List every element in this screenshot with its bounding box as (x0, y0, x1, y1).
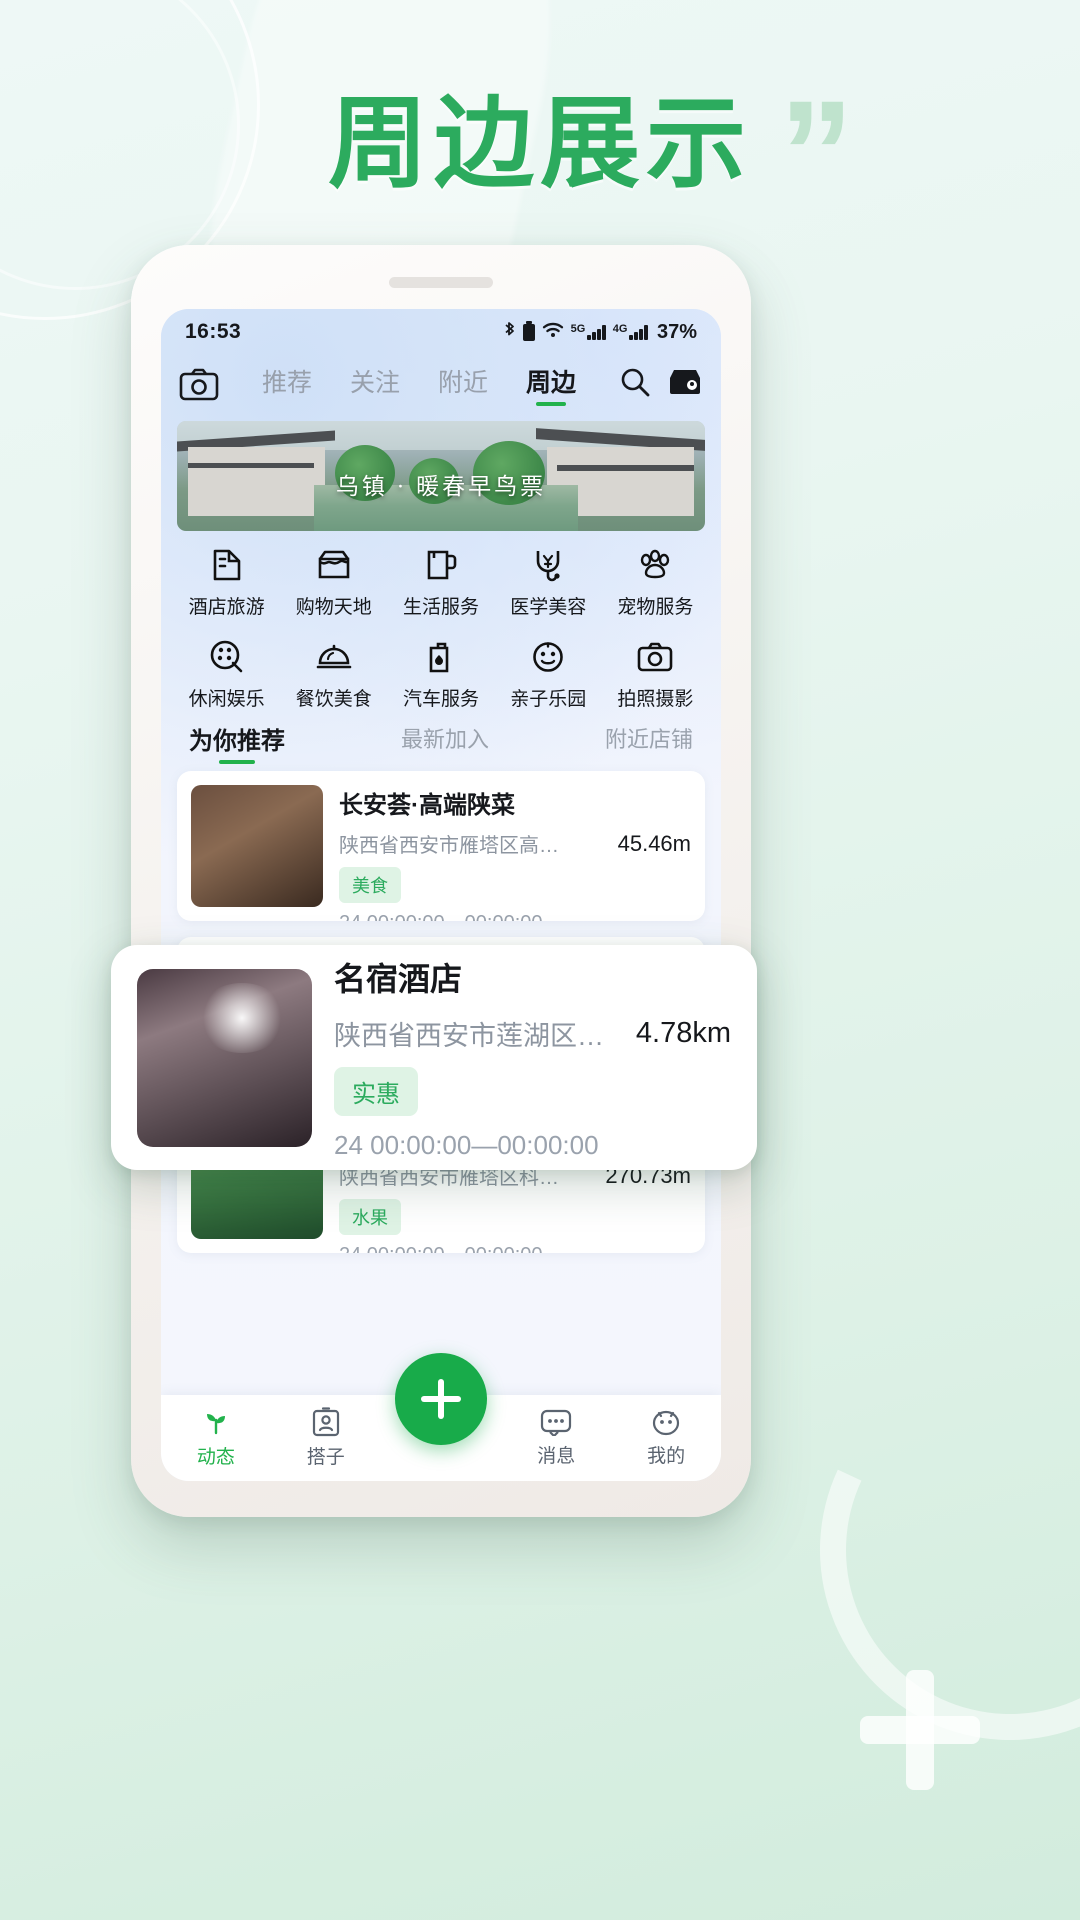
camera-icon[interactable] (179, 367, 219, 401)
highlighted-shop-thumbnail (137, 968, 312, 1147)
hotel-icon (213, 549, 240, 581)
shopping-icon (318, 550, 350, 579)
bottom-nav-label: 消息 (537, 1446, 576, 1467)
highlighted-shop-title: 名宿酒店 (334, 961, 463, 997)
category-entertainment[interactable]: 休闲娱乐 (173, 639, 280, 711)
shop-card[interactable]: 长安荟·高端陕菜 陕西省西安市雁塔区高… 45.46m 美食 24 00:00:… (177, 771, 705, 921)
bottom-nav-label: 我的 (647, 1446, 686, 1467)
category-label: 休闲娱乐 (188, 689, 265, 710)
category-label: 餐饮美食 (295, 689, 372, 710)
section-tab-nearby-shops[interactable]: 附近店铺 (605, 722, 693, 762)
status-bar: 16:53 5G 4G 37% (161, 309, 721, 355)
highlighted-shop-tag: 实惠 (334, 1067, 418, 1116)
category-shopping[interactable]: 购物天地 (280, 547, 387, 619)
highlighted-shop-address: 陕西省西安市莲湖区丰… (334, 1021, 622, 1051)
category-label: 购物天地 (295, 597, 372, 618)
status-time: 16:53 (185, 320, 242, 343)
category-label: 医学美容 (510, 597, 587, 618)
pet-paw-icon (641, 549, 670, 579)
phone-speaker (389, 277, 493, 288)
bottom-nav-partner[interactable]: 搭子 (271, 1407, 381, 1469)
shop-location-icon[interactable] (667, 367, 703, 402)
entertainment-icon (210, 640, 242, 673)
category-medical-beauty[interactable]: 医学美容 (495, 547, 602, 619)
battery-percent: 37% (656, 320, 697, 343)
highlighted-shop-hours: 24 00:00:00—00:00:00 (334, 1130, 599, 1160)
quote-mark-icon: ” (779, 69, 854, 237)
shop-address: 陕西省西安市雁塔区高… (339, 835, 559, 857)
life-service-icon (427, 550, 457, 580)
banner-text: 乌镇 · 暖春早鸟票 (335, 474, 547, 500)
shop-title: 长安荟·高端陕菜 (339, 792, 515, 819)
bottom-nav-dynamic[interactable]: 动态 (161, 1407, 271, 1469)
hero-section: 周边展示 ” (0, 48, 1080, 238)
category-kids-park[interactable]: 亲子乐园 (495, 639, 602, 711)
category-label: 汽车服务 (402, 689, 479, 710)
signal-5g-icon: 5G (571, 323, 606, 340)
section-tab-newest[interactable]: 最新加入 (401, 722, 489, 762)
category-hotel[interactable]: 酒店旅游 (173, 547, 280, 619)
bottom-nav-profile[interactable]: 我的 (611, 1408, 721, 1468)
phone-mockup: 16:53 5G 4G 37% 推荐 关注 附近 周边 乌镇 · 暖春早鸟票 酒… (131, 245, 751, 1517)
thumbnail-flare (196, 982, 287, 1053)
category-life-service[interactable]: 生活服务 (387, 547, 494, 619)
bottom-nav-messages[interactable]: 消息 (501, 1408, 611, 1468)
status-icons: 5G 4G 37% (503, 320, 697, 344)
contact-card-icon (312, 1407, 339, 1437)
car-service-icon (429, 642, 449, 673)
promo-banner[interactable]: 乌镇 · 暖春早鸟票 (177, 421, 705, 531)
signal-4g-icon: 4G (613, 323, 648, 340)
shop-thumbnail (191, 785, 323, 907)
restaurant-icon (316, 644, 352, 669)
category-photography[interactable]: 拍照摄影 (602, 639, 709, 711)
deco-arc (766, 1306, 1080, 1794)
sprout-icon (206, 1414, 225, 1435)
battery-icon (522, 320, 535, 341)
highlighted-shop-distance: 4.78km (635, 1017, 731, 1049)
kids-park-icon (533, 642, 563, 672)
profile-icon (652, 1410, 680, 1436)
category-label: 亲子乐园 (510, 689, 587, 710)
nav-tab-recommend[interactable]: 推荐 (262, 363, 312, 405)
shop-distance: 45.46m (617, 830, 691, 856)
photography-icon (638, 642, 673, 672)
shop-tag: 美食 (339, 867, 401, 903)
highlighted-shop-info: 名宿酒店 陕西省西安市莲湖区丰… 4.78km 实惠 24 00:00:00—0… (334, 954, 731, 1161)
shop-hours: 24 00:00:00—00:00:00 (339, 1244, 543, 1253)
bluetooth-icon (503, 321, 516, 344)
nav-tab-follow[interactable]: 关注 (350, 363, 400, 405)
nav-actions (619, 366, 703, 403)
section-tabs: 为你推荐 最新加入 附近店铺 (161, 717, 721, 767)
category-label: 拍照摄影 (617, 689, 694, 710)
add-button[interactable] (395, 1353, 487, 1445)
search-icon[interactable] (619, 366, 651, 403)
phone-screen: 16:53 5G 4G 37% 推荐 关注 附近 周边 乌镇 · 暖春早鸟票 酒… (161, 309, 721, 1481)
nav-tab-list: 推荐 关注 附近 周边 (219, 363, 619, 405)
category-label: 宠物服务 (617, 597, 694, 618)
wifi-icon (542, 321, 564, 343)
shop-info: 长安荟·高端陕菜 陕西省西安市雁塔区高… 45.46m 美食 24 00:00:… (339, 785, 691, 921)
category-pet-service[interactable]: 宠物服务 (602, 547, 709, 619)
bottom-nav-label: 搭子 (306, 1447, 345, 1468)
category-label: 生活服务 (402, 597, 479, 618)
medical-beauty-icon (536, 551, 560, 582)
category-label: 酒店旅游 (188, 597, 265, 618)
shop-tag: 水果 (339, 1199, 401, 1235)
category-car-service[interactable]: 汽车服务 (387, 639, 494, 711)
category-grid: 酒店旅游 购物天地 生活服务 医学美容 宠物服务 休闲娱乐 餐饮美食 汽车服务 … (173, 547, 709, 711)
message-icon (541, 1409, 572, 1436)
shop-hours: 24 00:00:00—00:00:00 (339, 912, 543, 921)
top-navigation: 推荐 关注 附近 周边 (161, 355, 721, 413)
page-title: 周边展示 (328, 88, 752, 200)
bottom-nav-label: 动态 (196, 1447, 235, 1468)
highlighted-shop-card[interactable]: 名宿酒店 陕西省西安市莲湖区丰… 4.78km 实惠 24 00:00:00—0… (111, 945, 757, 1170)
section-tab-recommend[interactable]: 为你推荐 (189, 721, 285, 764)
category-restaurant[interactable]: 餐饮美食 (280, 639, 387, 711)
nav-tab-nearby[interactable]: 附近 (438, 363, 488, 405)
nav-tab-surroundings[interactable]: 周边 (526, 363, 576, 405)
deco-plus-icon (860, 1670, 980, 1790)
